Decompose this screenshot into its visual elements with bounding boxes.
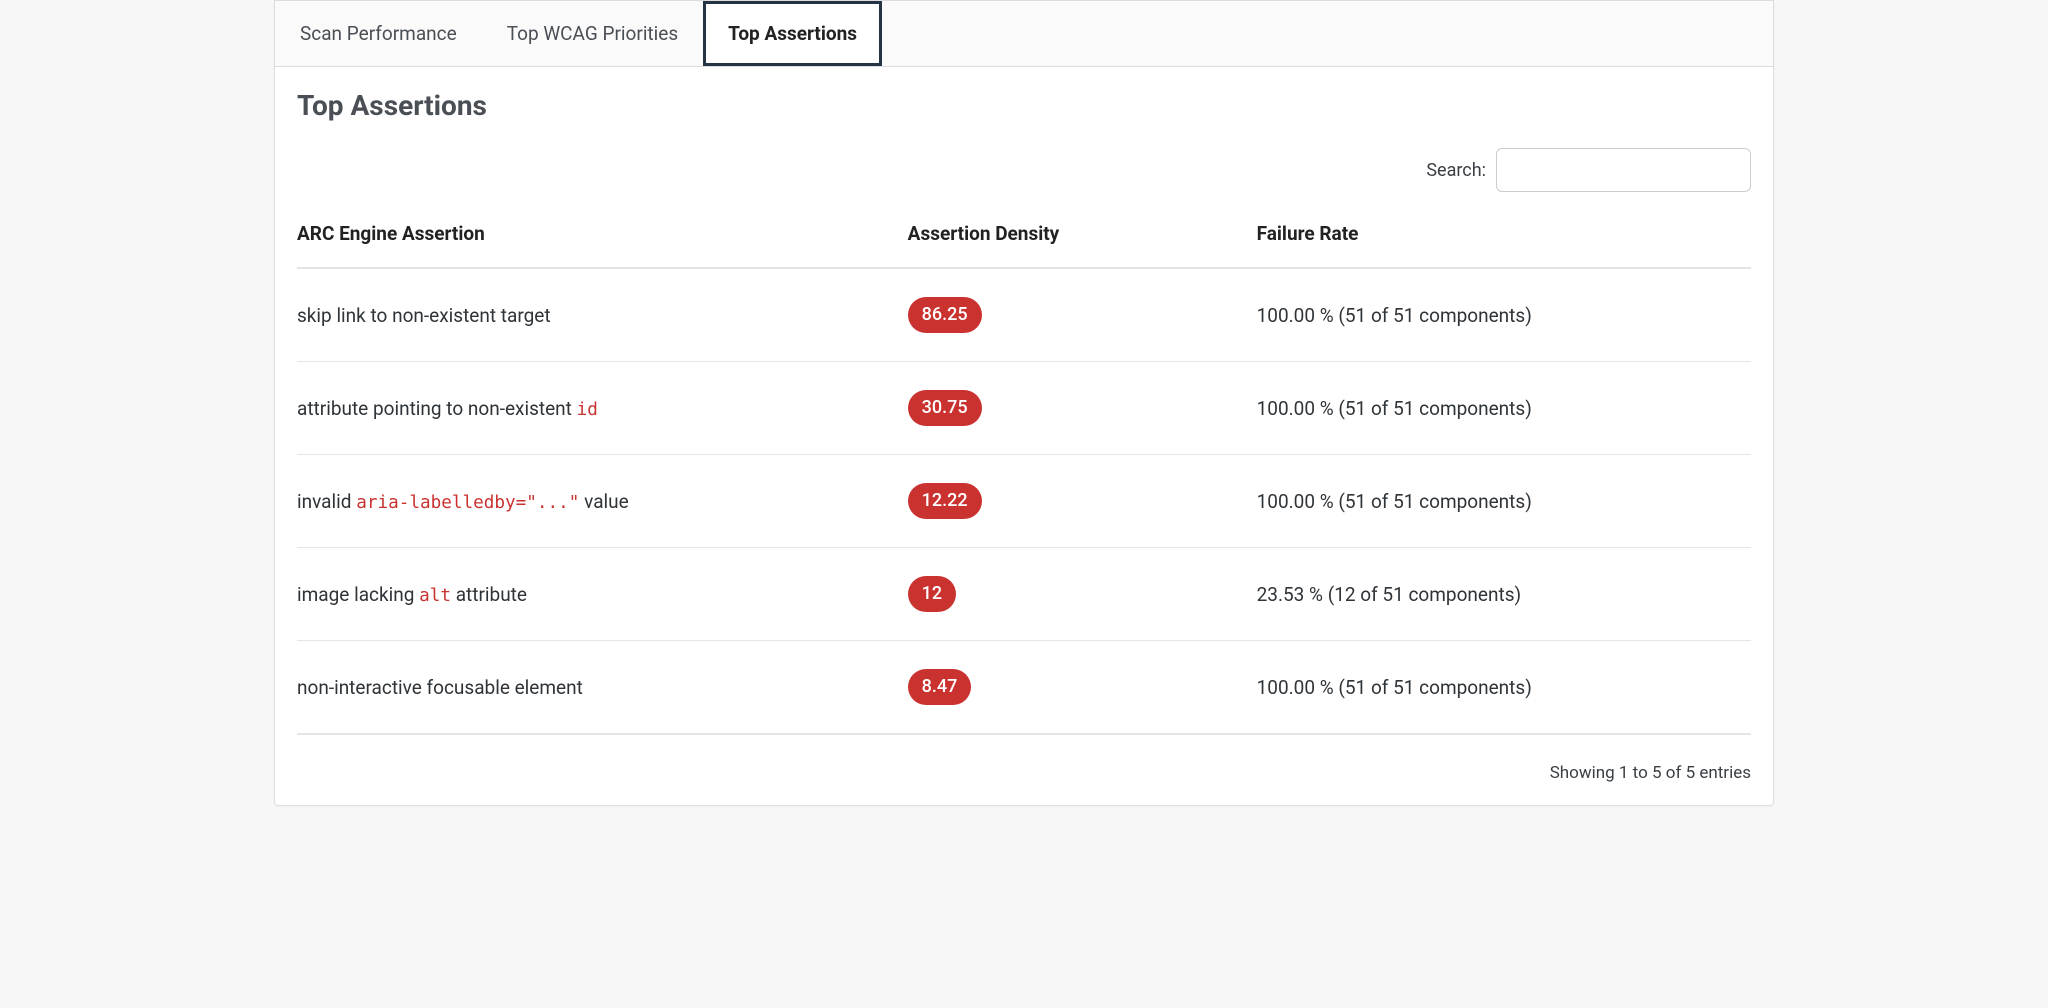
col-header-assertion[interactable]: ARC Engine Assertion <box>297 208 908 268</box>
cell-failure-rate: 100.00 % (51 of 51 components) <box>1257 362 1751 455</box>
cell-density: 30.75 <box>908 362 1257 455</box>
cell-assertion: non-interactive focusable element <box>297 641 908 735</box>
cell-assertion: image lacking alt attribute <box>297 548 908 641</box>
table-row: invalid aria-labelledby="..." value12.22… <box>297 455 1751 548</box>
search-input[interactable] <box>1496 148 1751 192</box>
entries-info: Showing 1 to 5 of 5 entries <box>1550 763 1751 783</box>
table-row: non-interactive focusable element8.47 100… <box>297 641 1751 735</box>
code-token: id <box>577 400 598 420</box>
density-badge: 12 <box>908 576 956 612</box>
table-row: attribute pointing to non-existent id30.… <box>297 362 1751 455</box>
col-header-density[interactable]: Assertion Density <box>908 208 1257 268</box>
cell-failure-rate: 100.00 % (51 of 51 components) <box>1257 268 1751 362</box>
assertions-panel: Scan Performance Top WCAG Priorities Top… <box>274 0 1774 806</box>
cell-assertion: invalid aria-labelledby="..." value <box>297 455 908 548</box>
cell-failure-rate: 23.53 % (12 of 51 components) <box>1257 548 1751 641</box>
table-footer: Showing 1 to 5 of 5 entries <box>275 745 1773 805</box>
density-badge: 86.25 <box>908 297 982 333</box>
tab-top-assertions[interactable]: Top Assertions <box>703 1 882 66</box>
table-toolbar: Search: <box>297 148 1751 192</box>
code-token: alt <box>419 586 451 606</box>
cell-failure-rate: 100.00 % (51 of 51 components) <box>1257 641 1751 735</box>
cell-assertion: attribute pointing to non-existent id <box>297 362 908 455</box>
panel-content: Top Assertions Search: ARC Engine Assert… <box>275 67 1773 745</box>
cell-assertion: skip link to non-existent target <box>297 268 908 362</box>
cell-density: 12 <box>908 548 1257 641</box>
tab-scan-performance[interactable]: Scan Performance <box>275 1 482 66</box>
col-header-failure[interactable]: Failure Rate <box>1257 208 1751 268</box>
table-row: skip link to non-existent target86.25 100… <box>297 268 1751 362</box>
tab-top-wcag-priorities[interactable]: Top WCAG Priorities <box>482 1 703 66</box>
density-badge: 12.22 <box>908 483 982 519</box>
cell-failure-rate: 100.00 % (51 of 51 components) <box>1257 455 1751 548</box>
assertions-table: ARC Engine Assertion Assertion Density F… <box>297 208 1751 735</box>
page-title: Top Assertions <box>297 89 1751 122</box>
code-token: aria-labelledby="..." <box>356 493 579 513</box>
tab-bar: Scan Performance Top WCAG Priorities Top… <box>275 1 1773 67</box>
table-header-row: ARC Engine Assertion Assertion Density F… <box>297 208 1751 268</box>
density-badge: 8.47 <box>908 669 972 705</box>
cell-density: 86.25 <box>908 268 1257 362</box>
cell-density: 12.22 <box>908 455 1257 548</box>
table-row: image lacking alt attribute12 23.53 % (12… <box>297 548 1751 641</box>
cell-density: 8.47 <box>908 641 1257 735</box>
search-label: Search: <box>1426 160 1486 181</box>
density-badge: 30.75 <box>908 390 982 426</box>
